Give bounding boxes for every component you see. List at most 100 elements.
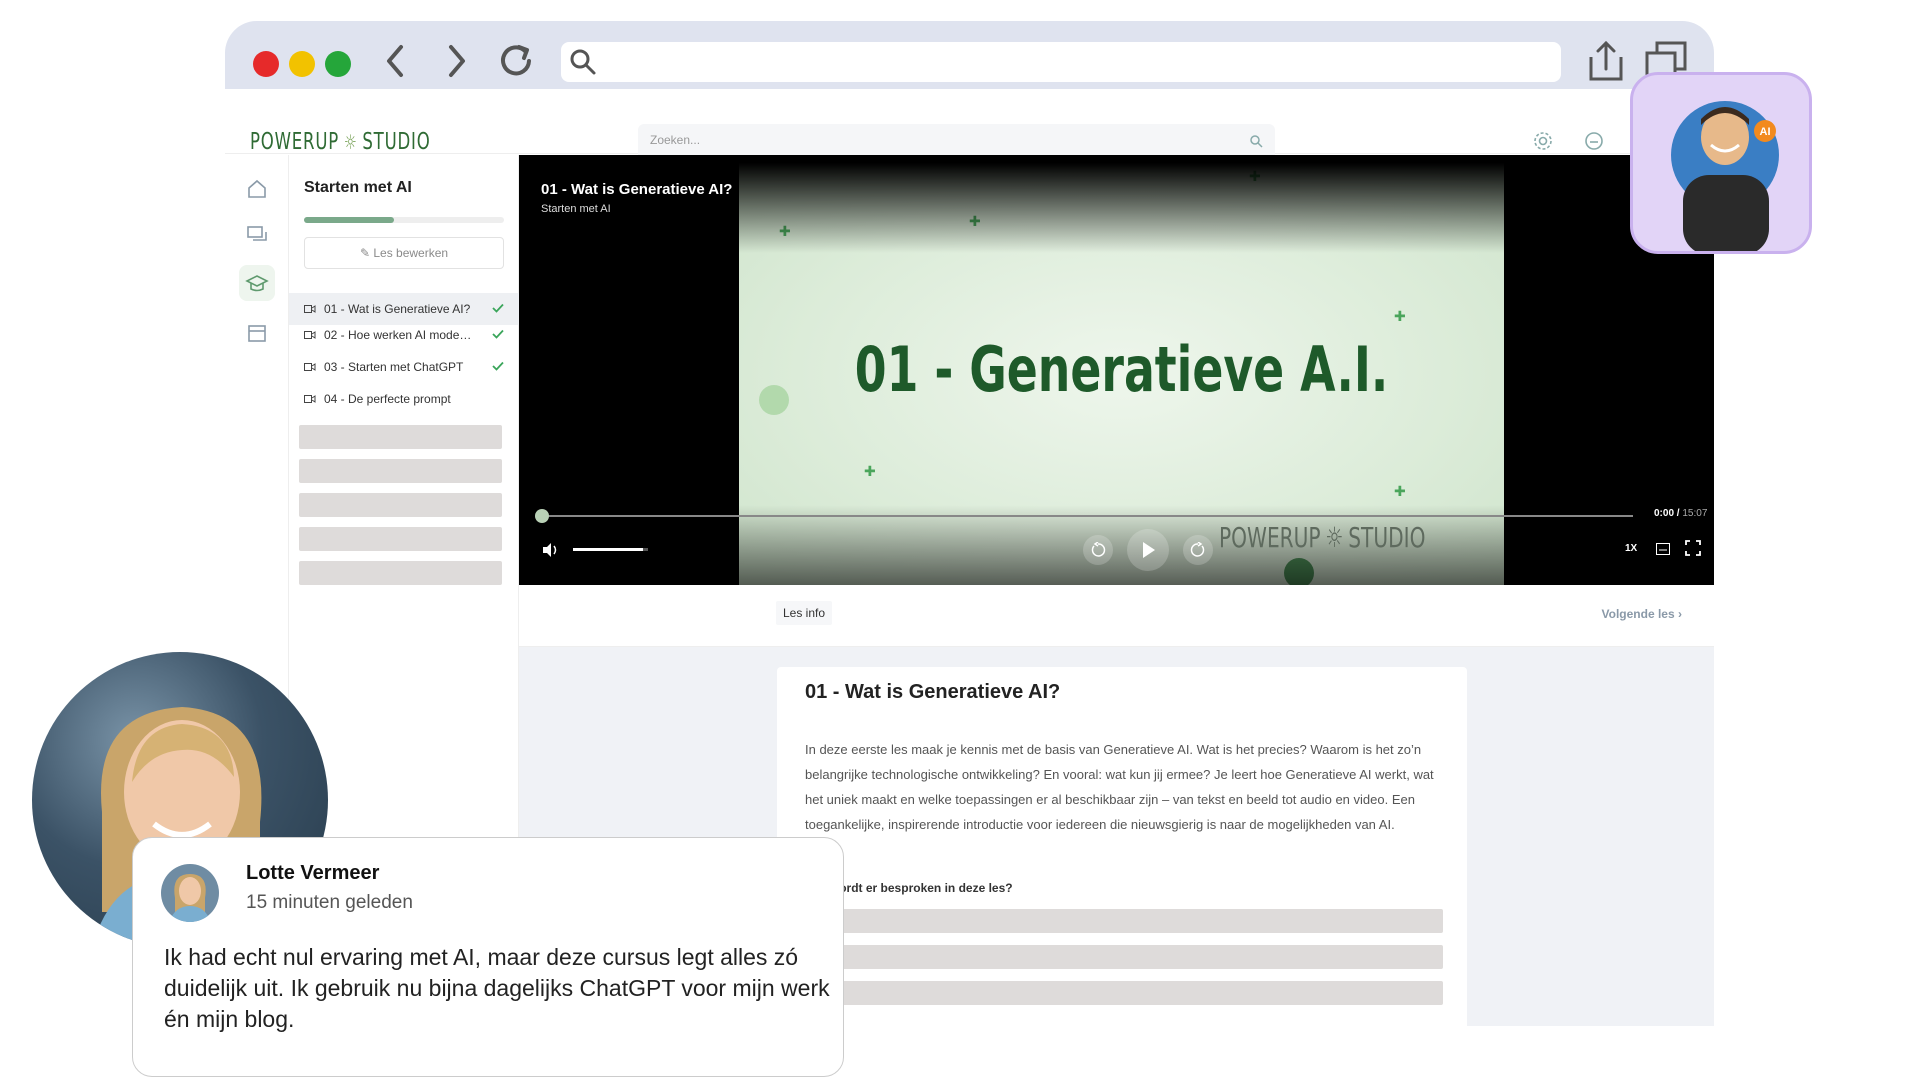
lesson-label: 03 - Starten met ChatGPT xyxy=(324,360,464,374)
duration: 15:07 xyxy=(1682,508,1708,519)
logo-text-right: STUDIO xyxy=(362,129,431,155)
video-frame-title: 01 - Generatieve A.I. xyxy=(854,333,1389,406)
messages-icon[interactable] xyxy=(243,221,271,249)
search-icon xyxy=(570,49,596,75)
video-icon xyxy=(304,395,316,403)
app-header: POWERUP ☼ STUDIO Zoeken... xyxy=(225,89,1714,160)
time-display: 0:00 / 15:07 xyxy=(1654,508,1707,519)
course-progress-bar xyxy=(304,217,504,223)
course-title: Starten met AI xyxy=(304,179,412,196)
placeholder-lesson xyxy=(299,561,502,585)
check-icon xyxy=(492,303,504,313)
volume-slider[interactable] xyxy=(573,548,648,551)
edit-lesson-label: Les bewerken xyxy=(373,246,449,260)
decor-bubble xyxy=(759,385,789,415)
chevron-right-icon: › xyxy=(1678,607,1682,621)
browser-chrome xyxy=(225,21,1714,89)
lesson-label: 02 - Hoe werken AI modellen? xyxy=(324,328,474,342)
video-watermark-logo: POWERUP ☼ STUDIO xyxy=(1219,521,1425,554)
gear-icon[interactable] xyxy=(1532,130,1554,152)
lesson-item[interactable]: 02 - Hoe werken AI modellen? xyxy=(289,319,519,351)
reviewer-name: Lotte Vermeer xyxy=(246,862,380,884)
current-time: 0:00 xyxy=(1654,508,1675,519)
brand-logo[interactable]: POWERUP ☼ STUDIO xyxy=(250,129,431,155)
seek-bar[interactable] xyxy=(543,515,1633,517)
lesson-label: 04 - De perfecte prompt xyxy=(324,392,451,406)
search-icon xyxy=(1250,135,1263,148)
lesson-item[interactable]: 03 - Starten met ChatGPT xyxy=(289,351,519,383)
lightbulb-icon: ☼ xyxy=(343,130,358,154)
placeholder-topic xyxy=(805,945,1443,969)
lesson-tabs: Les info Volgende les › xyxy=(519,585,1714,647)
calendar-icon[interactable] xyxy=(243,319,271,347)
playback-speed[interactable]: 1X xyxy=(1625,543,1637,554)
check-icon xyxy=(492,361,504,371)
next-lesson-label: Volgende les xyxy=(1601,607,1675,621)
next-lesson-link[interactable]: Volgende les › xyxy=(1602,607,1682,621)
video-subtitle: Starten met AI xyxy=(541,203,611,215)
logo-text-left: POWERUP xyxy=(250,129,340,155)
placeholder-topic xyxy=(805,909,1443,933)
forward-button[interactable] xyxy=(1183,535,1213,565)
rewind-button[interactable] xyxy=(1083,535,1113,565)
lesson-title: 01 - Wat is Generatieve AI? xyxy=(805,681,1061,703)
search-placeholder: Zoeken... xyxy=(650,133,701,147)
fullscreen-icon[interactable] xyxy=(1685,540,1701,556)
ai-badge: AI xyxy=(1760,126,1771,138)
review-timestamp: 15 minuten geleden xyxy=(246,892,413,913)
lesson-info-card: 01 - Wat is Generatieve AI? In deze eers… xyxy=(777,667,1467,1026)
video-title: 01 - Wat is Generatieve AI? xyxy=(541,181,733,198)
video-icon xyxy=(304,331,316,339)
forward-arrow-icon[interactable] xyxy=(435,39,479,83)
testimonial-card: Lotte Vermeer 15 minuten geleden Ik had … xyxy=(132,837,844,1077)
rewind-icon xyxy=(1091,542,1106,557)
seek-handle[interactable] xyxy=(535,509,549,523)
lesson-description: In deze eerste les maak je kennis met de… xyxy=(805,742,1434,832)
placeholder-lesson xyxy=(299,493,502,517)
play-icon xyxy=(1143,542,1155,558)
url-bar[interactable] xyxy=(561,42,1561,82)
sparkle-icon: ✚ xyxy=(864,463,876,479)
tab-lesson-info[interactable]: Les info xyxy=(776,601,833,625)
placeholder-lesson xyxy=(299,527,502,551)
video-icon xyxy=(304,305,316,313)
back-arrow-icon[interactable] xyxy=(375,39,419,83)
courses-icon[interactable] xyxy=(239,265,275,301)
pencil-icon: ✎ xyxy=(359,246,370,260)
top-gradient xyxy=(739,163,1504,253)
close-window-dot[interactable] xyxy=(253,51,279,77)
review-text: Ik had echt nul ervaring met AI, maar de… xyxy=(164,944,830,1032)
reviewer-avatar-image xyxy=(169,874,211,922)
lightbulb-icon: ☼ xyxy=(1325,521,1344,554)
sparkle-icon: ✚ xyxy=(1394,308,1406,324)
instructor-illustration: AI xyxy=(1671,101,1779,251)
placeholder-topic xyxy=(805,981,1443,1005)
reload-icon[interactable] xyxy=(495,39,539,83)
video-frame: ✚ ✚ ✚ ✚ ✚ ✚ 01 - Generatieve A.I. POWERU… xyxy=(739,163,1504,585)
lesson-label: 01 - Wat is Generatieve AI? xyxy=(324,302,471,316)
lesson-item[interactable]: 04 - De perfecte prompt xyxy=(289,383,519,415)
watermark-right: STUDIO xyxy=(1348,521,1426,554)
volume-level xyxy=(573,548,643,551)
edit-lesson-button[interactable]: ✎ Les bewerken xyxy=(304,237,504,269)
maximize-window-dot[interactable] xyxy=(325,51,351,77)
sparkle-icon: ✚ xyxy=(1394,483,1406,499)
share-icon[interactable] xyxy=(1585,39,1627,83)
fast-forward-icon xyxy=(1190,542,1205,557)
minimize-window-dot[interactable] xyxy=(289,51,315,77)
watermark-left: POWERUP xyxy=(1219,521,1321,554)
placeholder-lesson xyxy=(299,459,502,483)
video-icon xyxy=(304,363,316,371)
reviewer-avatar xyxy=(161,864,219,922)
time-separator: / xyxy=(1676,508,1680,519)
course-progress-fill xyxy=(304,217,394,223)
video-player[interactable]: ✚ ✚ ✚ ✚ ✚ ✚ 01 - Generatieve A.I. POWERU… xyxy=(519,155,1714,585)
volume-icon[interactable] xyxy=(541,542,559,558)
placeholder-lesson xyxy=(299,425,502,449)
instructor-avatar: AI xyxy=(1630,72,1812,254)
check-icon xyxy=(492,329,504,339)
captions-icon[interactable] xyxy=(1656,543,1670,555)
home-icon[interactable] xyxy=(243,175,271,203)
chat-icon[interactable] xyxy=(1583,130,1605,152)
play-button[interactable] xyxy=(1127,529,1169,571)
